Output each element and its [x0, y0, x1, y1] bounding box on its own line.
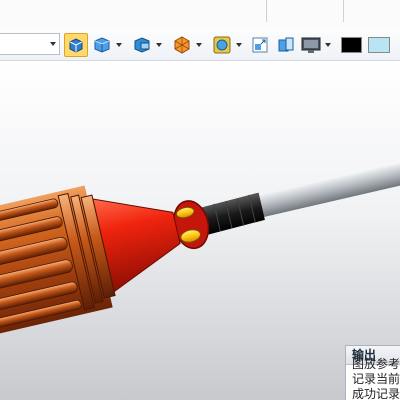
chevron-down-icon[interactable] — [196, 43, 202, 47]
appearance-icon[interactable] — [276, 35, 296, 55]
steel-shaft — [241, 154, 400, 221]
graphics-viewport[interactable] — [0, 61, 400, 400]
view-toolbar — [0, 30, 400, 61]
output-line: 成功记录 — [352, 387, 400, 400]
section-view-icon[interactable] — [132, 35, 152, 55]
chevron-down-icon[interactable] — [116, 43, 122, 47]
hide-show-icon[interactable] — [212, 35, 232, 55]
color-swatch-black[interactable] — [341, 37, 362, 53]
top-strip — [0, 0, 400, 31]
strip-divider — [266, 0, 267, 22]
chevron-down-icon — [50, 42, 56, 46]
output-line: 图放参考 — [352, 357, 400, 371]
color-swatch-lightblue[interactable] — [368, 37, 390, 53]
output-line: 记录当前 — [352, 372, 400, 386]
chevron-down-icon[interactable] — [236, 43, 242, 47]
chevron-down-icon[interactable] — [325, 43, 331, 47]
strip-divider — [343, 0, 344, 22]
screwdriver-model — [0, 154, 400, 339]
shaded-with-edges-icon[interactable] — [172, 35, 192, 55]
chevron-down-icon[interactable] — [156, 43, 162, 47]
display-monitor-icon[interactable] — [300, 35, 321, 55]
view-orient-icon[interactable] — [64, 33, 88, 57]
shaded-cube-icon[interactable] — [92, 35, 112, 55]
zoom-fit-icon[interactable] — [250, 35, 270, 55]
output-panel: 输出 图放参考 记录当前 成功记录 — [345, 345, 400, 400]
view-combo-box[interactable] — [0, 33, 60, 55]
